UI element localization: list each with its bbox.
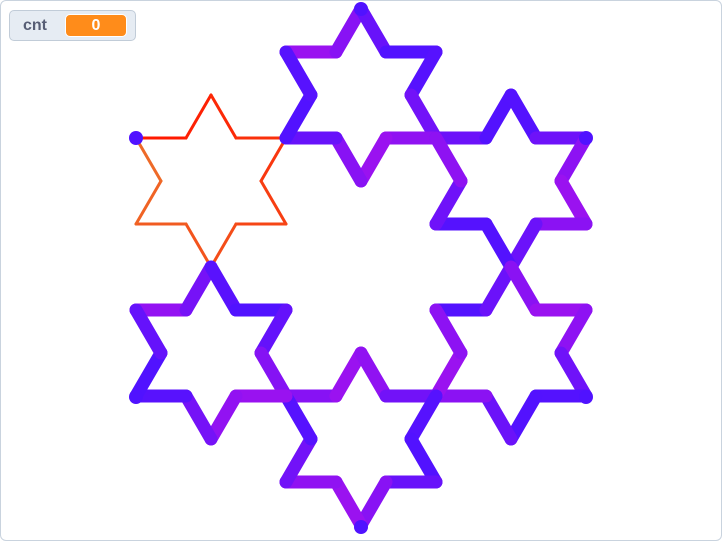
pen-segment <box>259 136 288 183</box>
pen-segment <box>354 346 393 403</box>
pen-dot <box>579 390 593 404</box>
monitor-label: cnt <box>23 16 47 34</box>
pen-segment <box>134 179 163 226</box>
variable-monitor-cnt[interactable]: cnt 0 <box>9 10 136 41</box>
pen-segment <box>504 260 543 317</box>
pen-segment <box>209 222 238 269</box>
pen-dot <box>354 2 368 16</box>
pen-dot <box>129 131 143 145</box>
pen-segment <box>209 93 238 140</box>
pen-segment <box>179 389 218 446</box>
pen-segment <box>259 179 288 226</box>
pen-segment <box>479 389 518 446</box>
pen-segment <box>184 93 213 140</box>
pen-segment <box>329 475 368 532</box>
pen-segment <box>329 131 368 188</box>
stage[interactable]: cnt 0 <box>0 0 722 541</box>
monitor-value: 0 <box>65 14 127 37</box>
pen-segment <box>134 136 163 183</box>
pen-dot <box>354 520 368 534</box>
pen-segment <box>354 2 393 59</box>
pen-dot <box>129 390 143 404</box>
pen-segment <box>479 217 518 274</box>
pen-segment <box>184 222 213 269</box>
pen-segment <box>504 88 543 145</box>
pen-dot <box>579 131 593 145</box>
pen-segment <box>204 260 243 317</box>
pen-drawing-canvas <box>129 2 593 534</box>
